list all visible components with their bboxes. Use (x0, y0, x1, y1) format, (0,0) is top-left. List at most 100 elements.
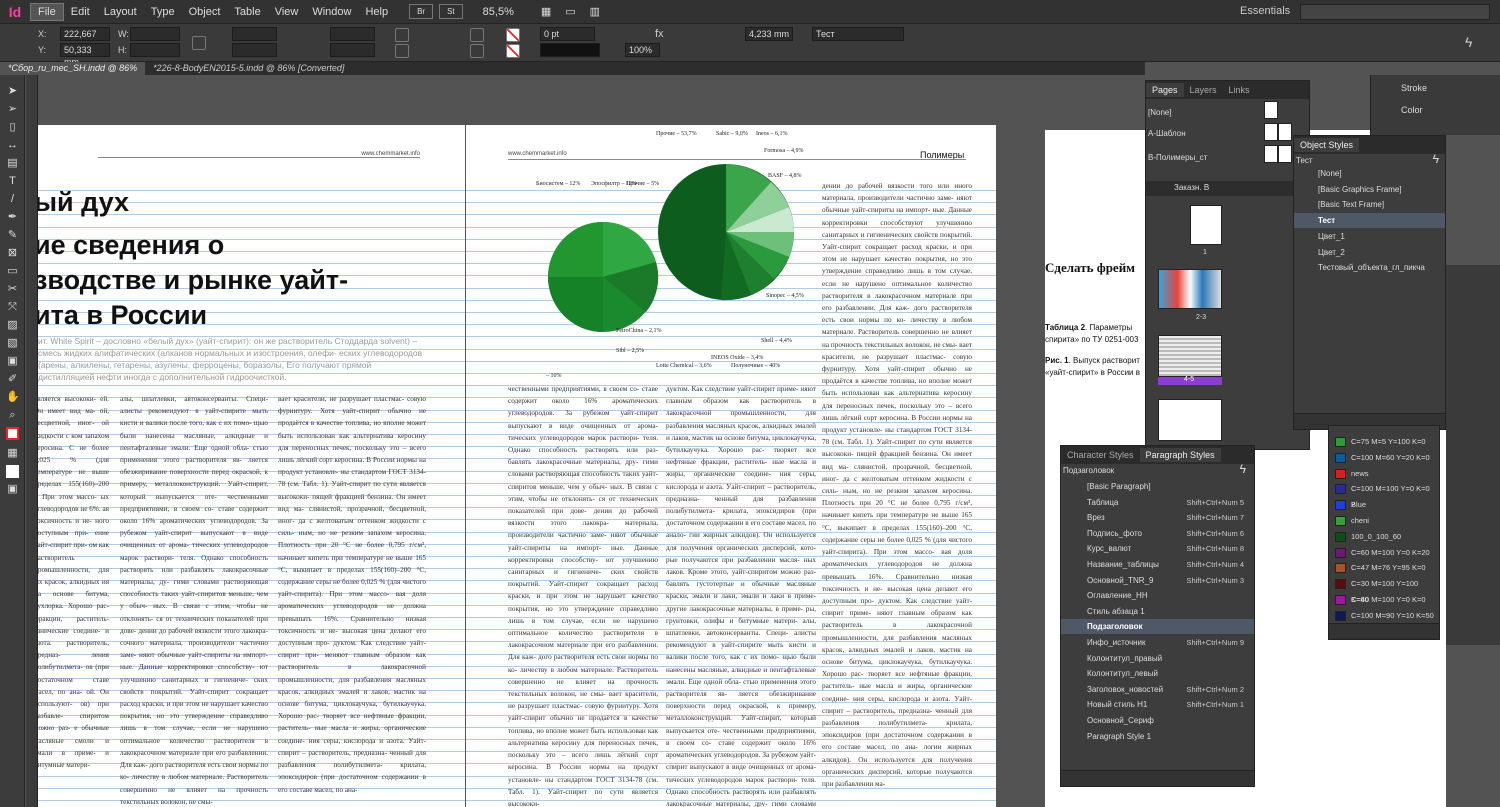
tab-document-1[interactable]: *Сбор_ru_тес_SH.indd @ 86% (0, 62, 146, 75)
object-style-item[interactable]: Тестовый_объекта_гл_пикча (1294, 260, 1445, 275)
paragraph-style-item[interactable]: Инфо_источник Shift+Ctrl+Num 9 (1061, 635, 1254, 650)
swatch-item[interactable]: C=40 M=100 Y=0 K=0 (1333, 592, 1435, 608)
fill-swatch[interactable] (506, 28, 520, 42)
rotate-cw-icon[interactable] (395, 28, 409, 42)
tab-object-styles[interactable]: Object Styles (1294, 138, 1360, 152)
page-1-thumb[interactable] (1190, 205, 1222, 245)
page-6-7-thumb[interactable] (1158, 399, 1222, 441)
object-style-lightning-icon[interactable]: ϟ (1433, 152, 1439, 166)
arrange-icon[interactable]: ▥ (583, 3, 607, 20)
pen-tool-icon[interactable]: ✒ (6, 211, 19, 224)
effects-icon[interactable]: fx (655, 28, 664, 40)
screen-mode-tool-icon[interactable]: ▣ (6, 483, 19, 496)
swatch-item[interactable]: news (1333, 466, 1435, 482)
paragraph-style-item[interactable]: Курс_валют Shift+Ctrl+Num 8 (1061, 541, 1254, 556)
swatch-item[interactable]: C=30 M=100 Y=100 K=60 (1333, 576, 1435, 604)
object-style-select[interactable]: Тест (812, 27, 904, 41)
paragraph-style-item[interactable]: Врез Shift+Ctrl+Num 7 (1061, 510, 1254, 525)
content-collector-icon[interactable]: ▤ (6, 157, 19, 170)
paragraph-style-item[interactable]: Название_таблицы Shift+Ctrl+Num 4 (1061, 557, 1254, 572)
menu-layout[interactable]: Layout (97, 4, 144, 20)
zoom-tool-icon[interactable]: ⌕ (6, 409, 19, 422)
paragraph-style-item[interactable]: Колонтитул_правый (1061, 651, 1254, 666)
paragraph-style-item[interactable]: Основной_Сериф (1061, 713, 1254, 728)
direct-selection-tool-icon[interactable]: ➢ (6, 103, 19, 116)
page-4-5-thumb[interactable] (1158, 335, 1222, 377)
search-input[interactable] (1300, 4, 1490, 20)
select-content-icon[interactable] (470, 44, 484, 58)
h-field[interactable] (130, 43, 180, 57)
stroke-weight-field[interactable]: 0 pt (540, 27, 595, 41)
paragraph-style-item[interactable]: Подзаголовок (1061, 619, 1254, 635)
apply-color-icon[interactable] (6, 465, 19, 478)
paragraph-style-item[interactable]: Подпись_фото Shift+Ctrl+Num 6 (1061, 526, 1254, 541)
menu-file[interactable]: File (30, 2, 64, 21)
w-field[interactable] (130, 27, 180, 41)
stroke-type-select[interactable] (540, 43, 600, 57)
hand-tool-icon[interactable]: ✋ (6, 391, 20, 404)
zoom-level[interactable]: 85,5% (483, 6, 514, 18)
swatch-item[interactable]: C=100 M=60 Y=20 K=0 (1333, 450, 1435, 466)
object-style-item[interactable]: [None] (1294, 166, 1445, 181)
workspace-switcher[interactable]: Essentials (1240, 5, 1290, 17)
rectangle-tool-icon[interactable]: ▭ (6, 265, 19, 278)
eyedropper-tool-icon[interactable]: ✐ (6, 373, 19, 386)
paragraph-style-item[interactable]: Paragraph Style 1 (1061, 729, 1254, 744)
note-tool-icon[interactable]: ▣ (6, 355, 19, 368)
rectangle-frame-tool-icon[interactable]: ⊠ (6, 247, 19, 260)
menu-object[interactable]: Object (182, 4, 228, 20)
scissors-tool-icon[interactable]: ✂ (6, 283, 19, 296)
paragraph-style-item[interactable]: Новый стиль Н1 Shift+Ctrl+Num 1 (1061, 697, 1254, 712)
x-field[interactable]: 222,667 mm (60, 27, 110, 51)
view-options-icon[interactable]: ▦ (534, 3, 558, 20)
master-b[interactable]: B-Полимеры_ст (1148, 153, 1207, 162)
paragraph-style-item[interactable]: Колонтитул_левый (1061, 666, 1254, 681)
page-2-3-thumb[interactable] (1158, 269, 1222, 309)
paragraph-style-item[interactable]: [Basic Paragraph] (1061, 479, 1254, 494)
dock-color[interactable]: Color (1401, 105, 1423, 115)
screen-mode-icon[interactable]: ▭ (558, 3, 582, 20)
menu-view[interactable]: View (268, 4, 306, 20)
paragraph-style-item[interactable]: Таблица Shift+Ctrl+Num 5 (1061, 495, 1254, 510)
selection-tool-icon[interactable]: ➤ (6, 85, 19, 98)
tab-layers[interactable]: Layers (1184, 83, 1223, 97)
gradient-feather-tool-icon[interactable]: ▧ (6, 337, 19, 350)
master-b-thumb-2[interactable] (1278, 145, 1292, 163)
page-right[interactable]: www.chemmarket.info Полимеры Биосистем –… (466, 125, 996, 807)
swatch-item[interactable]: cheni (1333, 513, 1435, 529)
paragraph-style-item[interactable]: Основной_TNR_9 Shift+Ctrl+Num 3 (1061, 573, 1254, 588)
tab-character-styles[interactable]: Character Styles (1061, 448, 1140, 462)
page-tool-icon[interactable]: ▯ (6, 121, 19, 134)
paragraph-style-lightning-icon[interactable]: ϟ (1240, 462, 1246, 476)
quick-apply-icon[interactable]: ϟ (1465, 34, 1472, 50)
tab-pages[interactable]: Pages (1146, 83, 1184, 97)
scale-y-field[interactable] (232, 43, 277, 57)
formatting-affects-icon[interactable]: ▦ (6, 447, 19, 460)
paragraph-style-item[interactable]: Заголовок_новостей Shift+Ctrl+Num 2 (1061, 682, 1254, 697)
swatch-item[interactable]: Blue (1333, 497, 1435, 513)
constrain-proportions-icon[interactable] (192, 36, 206, 50)
object-style-item[interactable]: [Basic Text Frame] (1294, 197, 1445, 212)
stock-icon[interactable]: St (439, 4, 463, 19)
pencil-tool-icon[interactable]: ✎ (6, 229, 19, 242)
type-tool-icon[interactable]: T (6, 175, 19, 188)
paragraph-style-item[interactable]: Оглавление_НН (1061, 588, 1254, 603)
shear-field[interactable] (330, 43, 375, 57)
fill-stroke-swatch[interactable] (6, 427, 19, 440)
tab-links[interactable]: Links (1223, 83, 1256, 97)
gradient-tool-icon[interactable]: ▨ (6, 319, 19, 332)
master-b-thumb[interactable] (1264, 145, 1278, 163)
dock-stroke[interactable]: Stroke (1401, 83, 1427, 93)
master-a-thumb[interactable] (1264, 123, 1278, 141)
master-none-thumb[interactable] (1264, 101, 1278, 119)
paragraph-style-item[interactable]: Стиль абзаца 1 (1061, 604, 1254, 619)
tab-document-2[interactable]: *226-8-BodyEN2015-5.indd @ 86% [Converte… (145, 62, 352, 75)
swatch-item[interactable]: C=100 M=90 Y=10 K=50 (1333, 608, 1435, 624)
dimension-field[interactable]: 4,233 mm (745, 27, 793, 41)
page-left[interactable]: www.chemmarket.info ый дух ие сведения о… (38, 125, 465, 807)
swatch-item[interactable]: C=47 M=76 Y=95 K=0 (1333, 560, 1435, 576)
free-transform-tool-icon[interactable]: ⤧ (6, 301, 19, 314)
gap-tool-icon[interactable]: ↔ (6, 139, 19, 152)
menu-type[interactable]: Type (144, 4, 182, 20)
object-style-item[interactable]: Цвет_2 (1294, 245, 1445, 260)
